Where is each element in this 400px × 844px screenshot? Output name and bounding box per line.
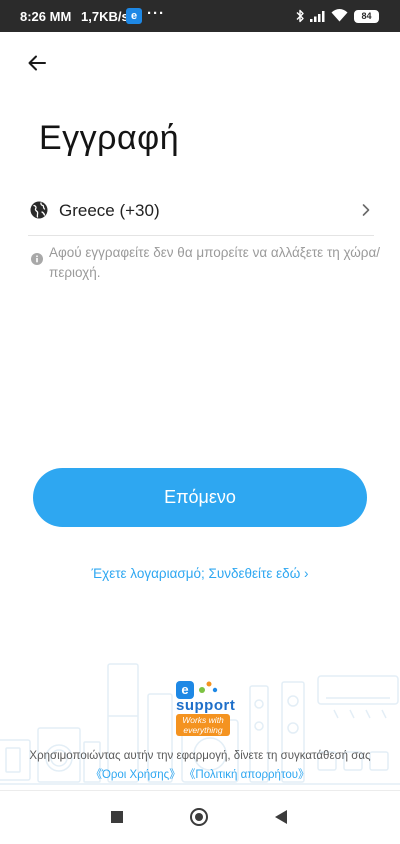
app-notification-icon: e xyxy=(126,8,142,24)
more-notifications-icon: ··· xyxy=(147,5,165,22)
logo-dots-icon xyxy=(199,681,218,693)
status-bar: 8:26 MM 1,7KB/s e ··· 84 xyxy=(0,0,400,32)
country-selector[interactable]: Greece (+30) xyxy=(28,192,374,236)
back-arrow-icon[interactable] xyxy=(24,49,52,77)
logo-tagline: Works with everything xyxy=(176,714,230,736)
next-button[interactable]: Επόμενο xyxy=(33,468,367,527)
page-title: Εγγραφή xyxy=(39,119,180,157)
wifi-icon xyxy=(331,9,348,22)
info-icon xyxy=(31,253,43,265)
country-label: Greece (+30) xyxy=(59,201,160,220)
home-icon[interactable] xyxy=(190,808,208,826)
nav-back-icon[interactable] xyxy=(275,810,287,824)
esupport-logo: e support Works with everything xyxy=(175,676,235,736)
login-link[interactable]: Έχετε λογαριασμό; Συνδεθείτε εδώ › xyxy=(0,566,400,581)
signal-icon xyxy=(310,11,325,22)
terms-of-use-link[interactable]: 《Όροι Χρήσης》 xyxy=(90,769,180,781)
chevron-right-icon xyxy=(362,204,370,216)
status-time: 8:26 MM xyxy=(20,9,72,24)
battery-icon: 84 xyxy=(354,10,379,23)
globe-icon xyxy=(30,201,48,219)
system-nav-bar xyxy=(0,791,400,844)
terms-consent-text: Χρησιμοποιώντας αυτήν την εφαρμογή, δίνε… xyxy=(29,750,371,762)
country-change-warning: Αφού εγγραφείτε δεν θα μπορείτε να αλλάξ… xyxy=(49,245,381,280)
recent-apps-icon[interactable] xyxy=(111,811,123,823)
terms-links: 《Όροι Χρήσης》 《Πολιτική απορρήτου》 xyxy=(0,766,400,782)
status-network-speed: 1,7KB/s xyxy=(81,9,129,24)
privacy-policy-link[interactable]: 《Πολιτική απορρήτου》 xyxy=(184,769,310,781)
logo-wordmark: support xyxy=(176,697,236,714)
bluetooth-icon xyxy=(296,9,304,23)
